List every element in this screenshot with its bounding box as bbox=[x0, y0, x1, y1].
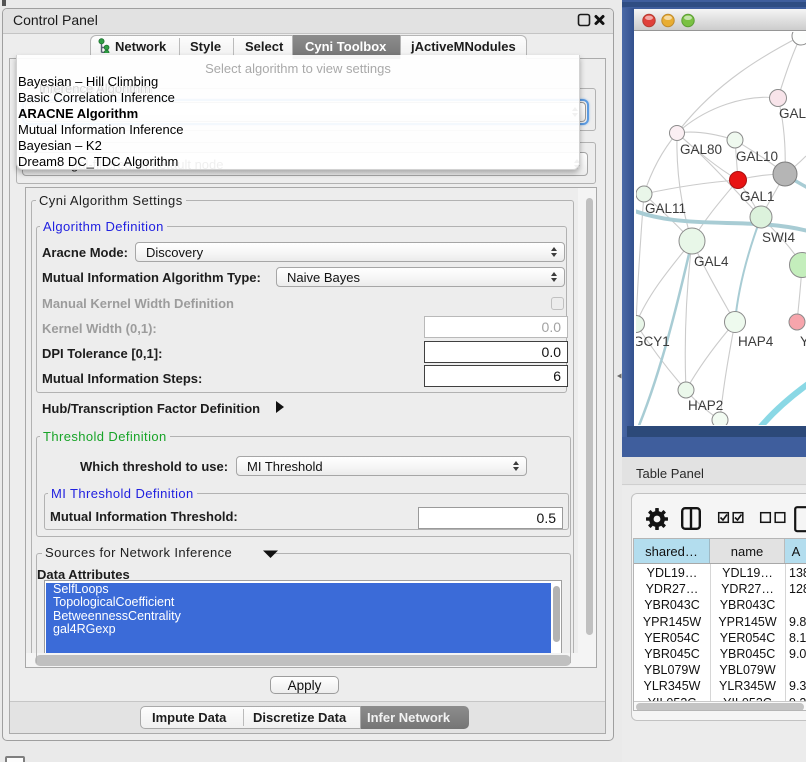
svg-text:HAP2: HAP2 bbox=[688, 398, 723, 413]
svg-text:GAL80: GAL80 bbox=[680, 142, 722, 157]
svg-text:GAL10: GAL10 bbox=[736, 149, 778, 164]
svg-text:GAL1: GAL1 bbox=[740, 189, 775, 204]
svg-text:GCY1: GCY1 bbox=[636, 334, 670, 349]
svg-text:GAL11: GAL11 bbox=[645, 201, 686, 216]
svg-text:YJ: YJ bbox=[800, 334, 806, 349]
svg-text:SWI4: SWI4 bbox=[762, 230, 795, 245]
svg-text:GAL7: GAL7 bbox=[779, 106, 806, 121]
svg-text:HAP4: HAP4 bbox=[738, 334, 774, 349]
svg-text:GAL4: GAL4 bbox=[694, 254, 729, 269]
